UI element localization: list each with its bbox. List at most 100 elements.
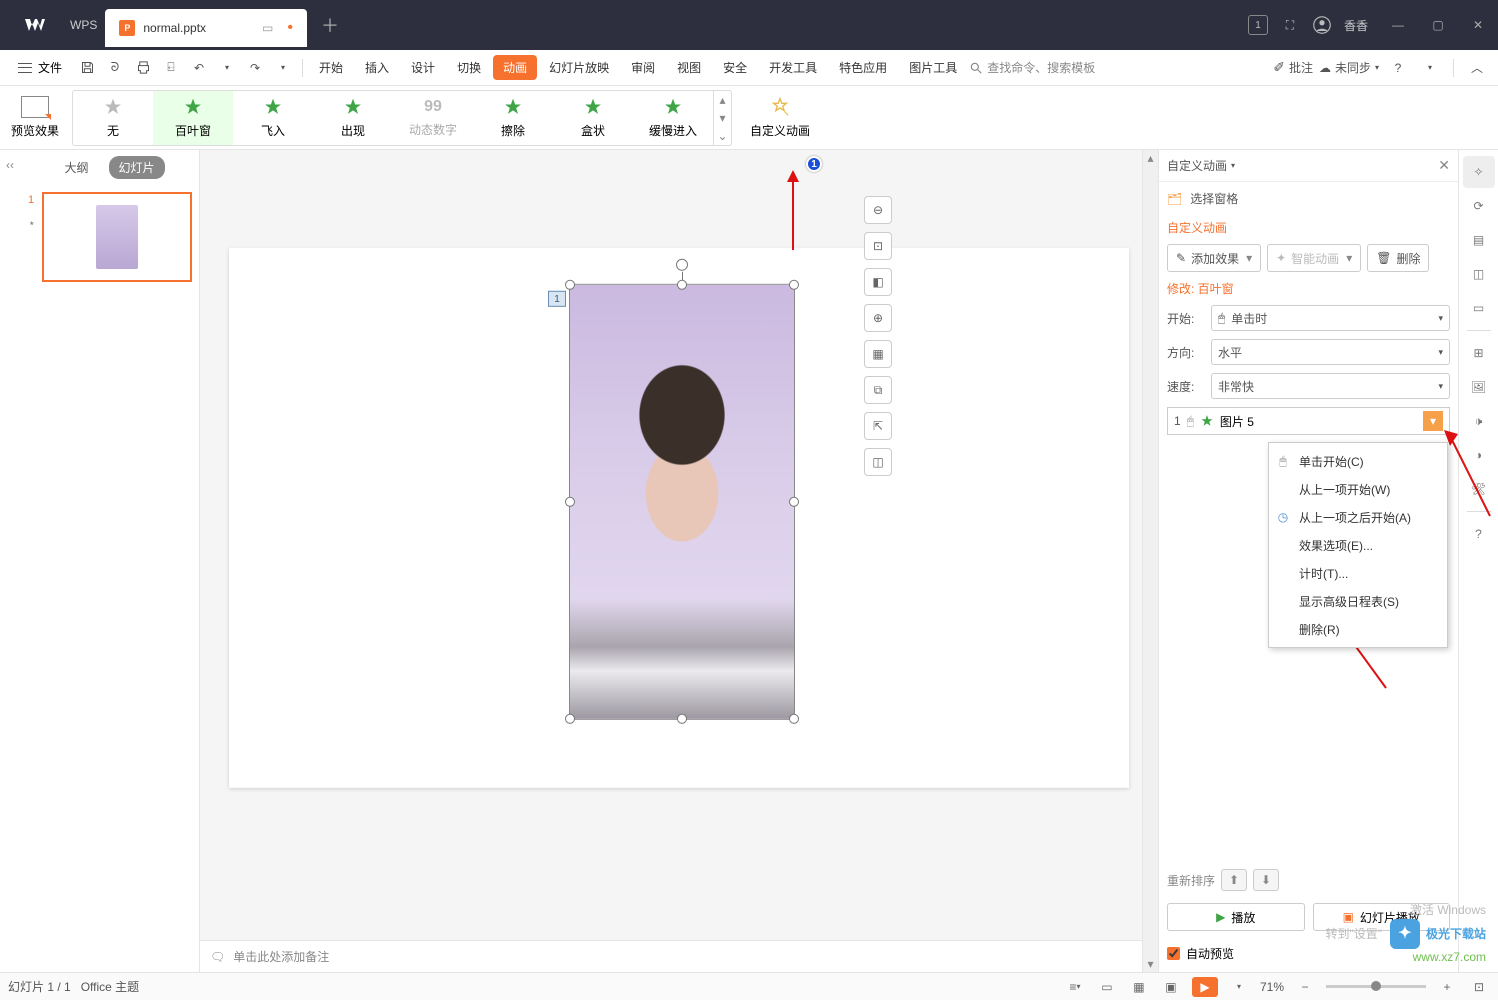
export-image-icon[interactable]: ⇱ (864, 412, 892, 440)
menu-featured[interactable]: 特色应用 (829, 55, 897, 80)
speed-select[interactable]: 非常快 ▾ (1211, 373, 1450, 399)
anim-wipe[interactable]: 擦除 (473, 91, 553, 145)
ctx-after-previous[interactable]: ◷从上一项之后开始(A) (1269, 503, 1447, 531)
slideshow-dropdown-icon[interactable]: ▾ (1228, 976, 1250, 998)
ai-select-icon[interactable]: ▦ (864, 340, 892, 368)
anim-none[interactable]: 无 (73, 91, 153, 145)
undo-icon[interactable]: ↶ (186, 55, 212, 81)
effects-icon[interactable]: ◫ (864, 448, 892, 476)
vertical-scrollbar[interactable]: ▴ ▾ (1142, 150, 1158, 972)
minimize-button[interactable]: — (1378, 5, 1418, 45)
ctx-effect-options[interactable]: 效果选项(E)... (1269, 531, 1447, 559)
rail-audio-icon[interactable]: 🕩 (1463, 405, 1495, 437)
play-button[interactable]: ▶播放 (1167, 903, 1305, 931)
close-window-button[interactable]: ✕ (1458, 5, 1498, 45)
menu-devtools[interactable]: 开发工具 (759, 55, 827, 80)
more-qa-icon[interactable]: ▾ (270, 55, 296, 81)
print-preview-icon[interactable]: ᘐ (102, 55, 128, 81)
resize-handle[interactable] (565, 714, 575, 724)
menu-design[interactable]: 设计 (401, 55, 445, 80)
outline-tab[interactable]: 大纲 (54, 156, 98, 179)
menu-animation[interactable]: 动画 (493, 55, 537, 80)
notes-bar[interactable]: 🗨 单击此处添加备注 (200, 940, 1142, 972)
resize-handle[interactable] (789, 714, 799, 724)
anim-flyin[interactable]: 飞入 (233, 91, 313, 145)
collapse-float-icon[interactable]: ⊖ (864, 196, 892, 224)
present-tab-icon[interactable]: ▭ (262, 21, 273, 35)
selection-pane-link[interactable]: 🗂 选择窗格 (1167, 190, 1450, 207)
resize-handle[interactable] (789, 280, 799, 290)
custom-animation-button[interactable]: 自定义动画 (744, 96, 816, 139)
help-icon[interactable]: ? (1385, 55, 1411, 81)
document-tab[interactable]: P normal.pptx ▭ • (105, 9, 307, 47)
direction-select[interactable]: 水平 ▾ (1211, 339, 1450, 365)
sync-button[interactable]: ☁未同步▾ (1319, 59, 1379, 76)
selected-image[interactable]: 1 (569, 284, 795, 720)
slideshow-play-button[interactable]: ▣幻灯片播放 (1313, 903, 1451, 931)
zoom-in-icon[interactable]: + (1436, 976, 1458, 998)
replace-image-icon[interactable]: ⧉ (864, 376, 892, 404)
slide-thumbnail[interactable]: 1 ⋆ (28, 192, 191, 282)
rail-object-icon[interactable]: ◫ (1463, 258, 1495, 290)
anim-sequence-badge[interactable]: 1 (548, 291, 566, 307)
anim-blinds[interactable]: 百叶窗 (153, 91, 233, 145)
rail-image-icon[interactable]: 🖼 (1463, 371, 1495, 403)
zoom-in-icon[interactable]: ⊕ (864, 304, 892, 332)
gallery-up-icon[interactable]: ▴ (714, 91, 731, 109)
resize-handle[interactable] (677, 714, 687, 724)
slide-canvas[interactable]: 1 ⊖ ⊡ ◧ ⊕ ▦ ⧉ ⇱ ◫ 🗨 单击此处添加备注 (200, 150, 1158, 972)
adjust-icon[interactable]: ◧ (864, 268, 892, 296)
menu-slideshow[interactable]: 幻灯片放映 (539, 55, 619, 80)
zoom-value[interactable]: 71% (1260, 980, 1284, 994)
undo-dropdown-icon[interactable]: ▾ (214, 55, 240, 81)
help-dropdown-icon[interactable]: ▾ (1417, 55, 1443, 81)
ctx-timing[interactable]: 计时(T)... (1269, 559, 1447, 587)
menu-picture-tools[interactable]: 图片工具 (899, 55, 967, 80)
sorter-view-icon[interactable]: ▦ (1128, 976, 1150, 998)
anim-appear[interactable]: 出现 (313, 91, 393, 145)
menu-review[interactable]: 审阅 (621, 55, 665, 80)
gift-icon[interactable]: ⛶ (1274, 9, 1306, 41)
collapse-ribbon-icon[interactable]: ︿ (1464, 55, 1490, 81)
collapse-outline-button[interactable]: ‹‹ (0, 150, 20, 972)
file-menu[interactable]: 文件 (8, 59, 72, 76)
menu-insert[interactable]: 插入 (355, 55, 399, 80)
rail-design-icon[interactable]: ✧ (1463, 156, 1495, 188)
command-search[interactable]: 查找命令、搜索模板 (969, 59, 1095, 76)
anim-dynamic-number[interactable]: 99 动态数字 (393, 91, 473, 145)
save-icon[interactable] (74, 55, 100, 81)
anim-slow-in[interactable]: 缓慢进入 (633, 91, 713, 145)
crop-icon[interactable]: ⊡ (864, 232, 892, 260)
export-icon[interactable]: ⍇ (158, 55, 184, 81)
user-avatar-icon[interactable] (1306, 9, 1338, 41)
rail-transition-icon[interactable]: ⟳ (1463, 190, 1495, 222)
menu-view[interactable]: 视图 (667, 55, 711, 80)
zoom-slider[interactable] (1326, 985, 1426, 988)
ctx-with-previous[interactable]: 从上一项开始(W) (1269, 475, 1447, 503)
reading-view-icon[interactable]: ▣ (1160, 976, 1182, 998)
ctx-click-start[interactable]: 🖱单击开始(C) (1269, 447, 1447, 475)
scroll-up-icon[interactable]: ▴ (1143, 150, 1158, 166)
add-effect-button[interactable]: ✎ 添加效果▾ (1167, 244, 1261, 272)
menu-start[interactable]: 开始 (309, 55, 353, 80)
auto-preview-checkbox[interactable] (1167, 947, 1180, 960)
print-icon[interactable] (130, 55, 156, 81)
fit-view-icon[interactable]: ⊡ (1468, 976, 1490, 998)
gallery-more-icon[interactable]: ⌄ (714, 127, 731, 145)
panel-title-caret-icon[interactable]: ▾ (1231, 161, 1235, 170)
anim-box[interactable]: 盒状 (553, 91, 633, 145)
reorder-up-button[interactable]: ⬆ (1221, 869, 1247, 891)
notes-toggle-icon[interactable]: ≡▾ (1064, 976, 1086, 998)
resize-handle[interactable] (565, 497, 575, 507)
resize-handle[interactable] (789, 497, 799, 507)
rail-tool-icon[interactable]: 🛠 (1463, 473, 1495, 505)
effect-dropdown-button[interactable]: ▾ (1423, 411, 1443, 431)
smart-anim-button[interactable]: ✦ 智能动画▾ (1267, 244, 1361, 272)
ctx-advanced-timeline[interactable]: 显示高级日程表(S) (1269, 587, 1447, 615)
resize-handle[interactable] (677, 280, 687, 290)
preview-effect-button[interactable]: 预览效果 (4, 96, 66, 139)
resize-handle[interactable] (565, 280, 575, 290)
scroll-down-icon[interactable]: ▾ (1143, 956, 1158, 972)
maximize-button[interactable]: ▢ (1418, 5, 1458, 45)
gallery-down-icon[interactable]: ▾ (714, 109, 731, 127)
